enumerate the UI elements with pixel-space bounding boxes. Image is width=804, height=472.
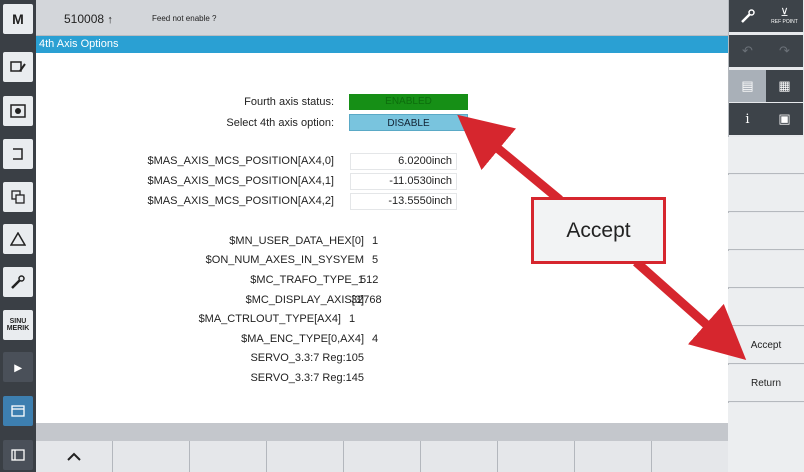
annotation-arrows xyxy=(457,114,747,360)
arrow-to-option xyxy=(457,114,563,204)
annotation-callout: Accept xyxy=(531,197,666,264)
arrow-to-accept xyxy=(633,258,747,360)
